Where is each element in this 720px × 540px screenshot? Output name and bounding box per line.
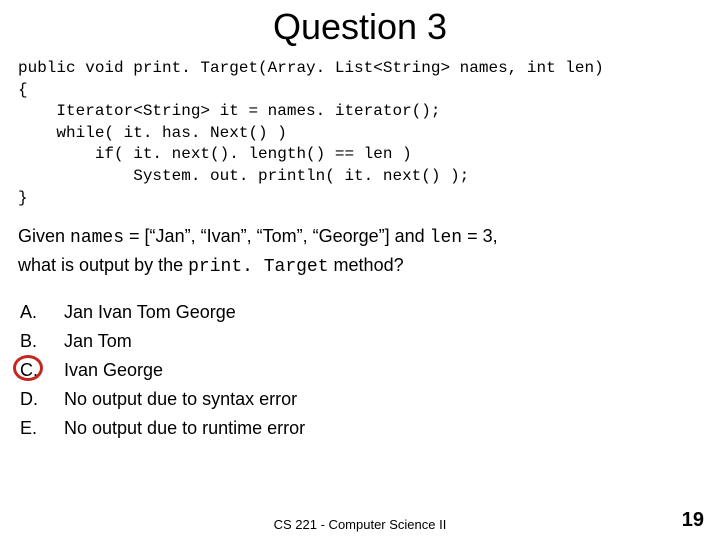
page-number: 19 [682, 509, 704, 532]
option-letter: E. [18, 415, 46, 442]
option-text: Jan Tom [64, 328, 702, 355]
option-letter: B. [18, 328, 46, 355]
page-title: Question 3 [0, 0, 720, 58]
option-c: C. Ivan George [18, 357, 702, 384]
prompt-text: = [“Jan”, “Ivan”, “Tom”, “George”] and [124, 226, 430, 246]
option-a: A. Jan Ivan Tom George [18, 299, 702, 326]
code-block: public void print. Target(Array. List<St… [0, 58, 720, 209]
prompt-var-names: names [70, 228, 124, 248]
prompt-text: = 3, [462, 226, 498, 246]
option-letter: C. [18, 357, 46, 384]
option-text: Ivan George [64, 357, 702, 384]
prompt-var-len: len [430, 228, 462, 248]
options-list: A. Jan Ivan Tom George B. Jan Tom C. Iva… [0, 299, 720, 442]
prompt-text: method? [329, 255, 404, 275]
option-text: No output due to syntax error [64, 386, 702, 413]
option-text: No output due to runtime error [64, 415, 702, 442]
option-letter: A. [18, 299, 46, 326]
question-prompt: Given names = [“Jan”, “Ivan”, “Tom”, “Ge… [0, 223, 720, 281]
option-e: E. No output due to runtime error [18, 415, 702, 442]
option-letter: D. [18, 386, 46, 413]
option-b: B. Jan Tom [18, 328, 702, 355]
option-d: D. No output due to syntax error [18, 386, 702, 413]
option-text: Jan Ivan Tom George [64, 299, 702, 326]
prompt-text: what is output by the [18, 255, 188, 275]
prompt-method: print. Target [188, 257, 328, 277]
prompt-text: Given [18, 226, 70, 246]
footer-text: CS 221 - Computer Science II [0, 517, 720, 532]
